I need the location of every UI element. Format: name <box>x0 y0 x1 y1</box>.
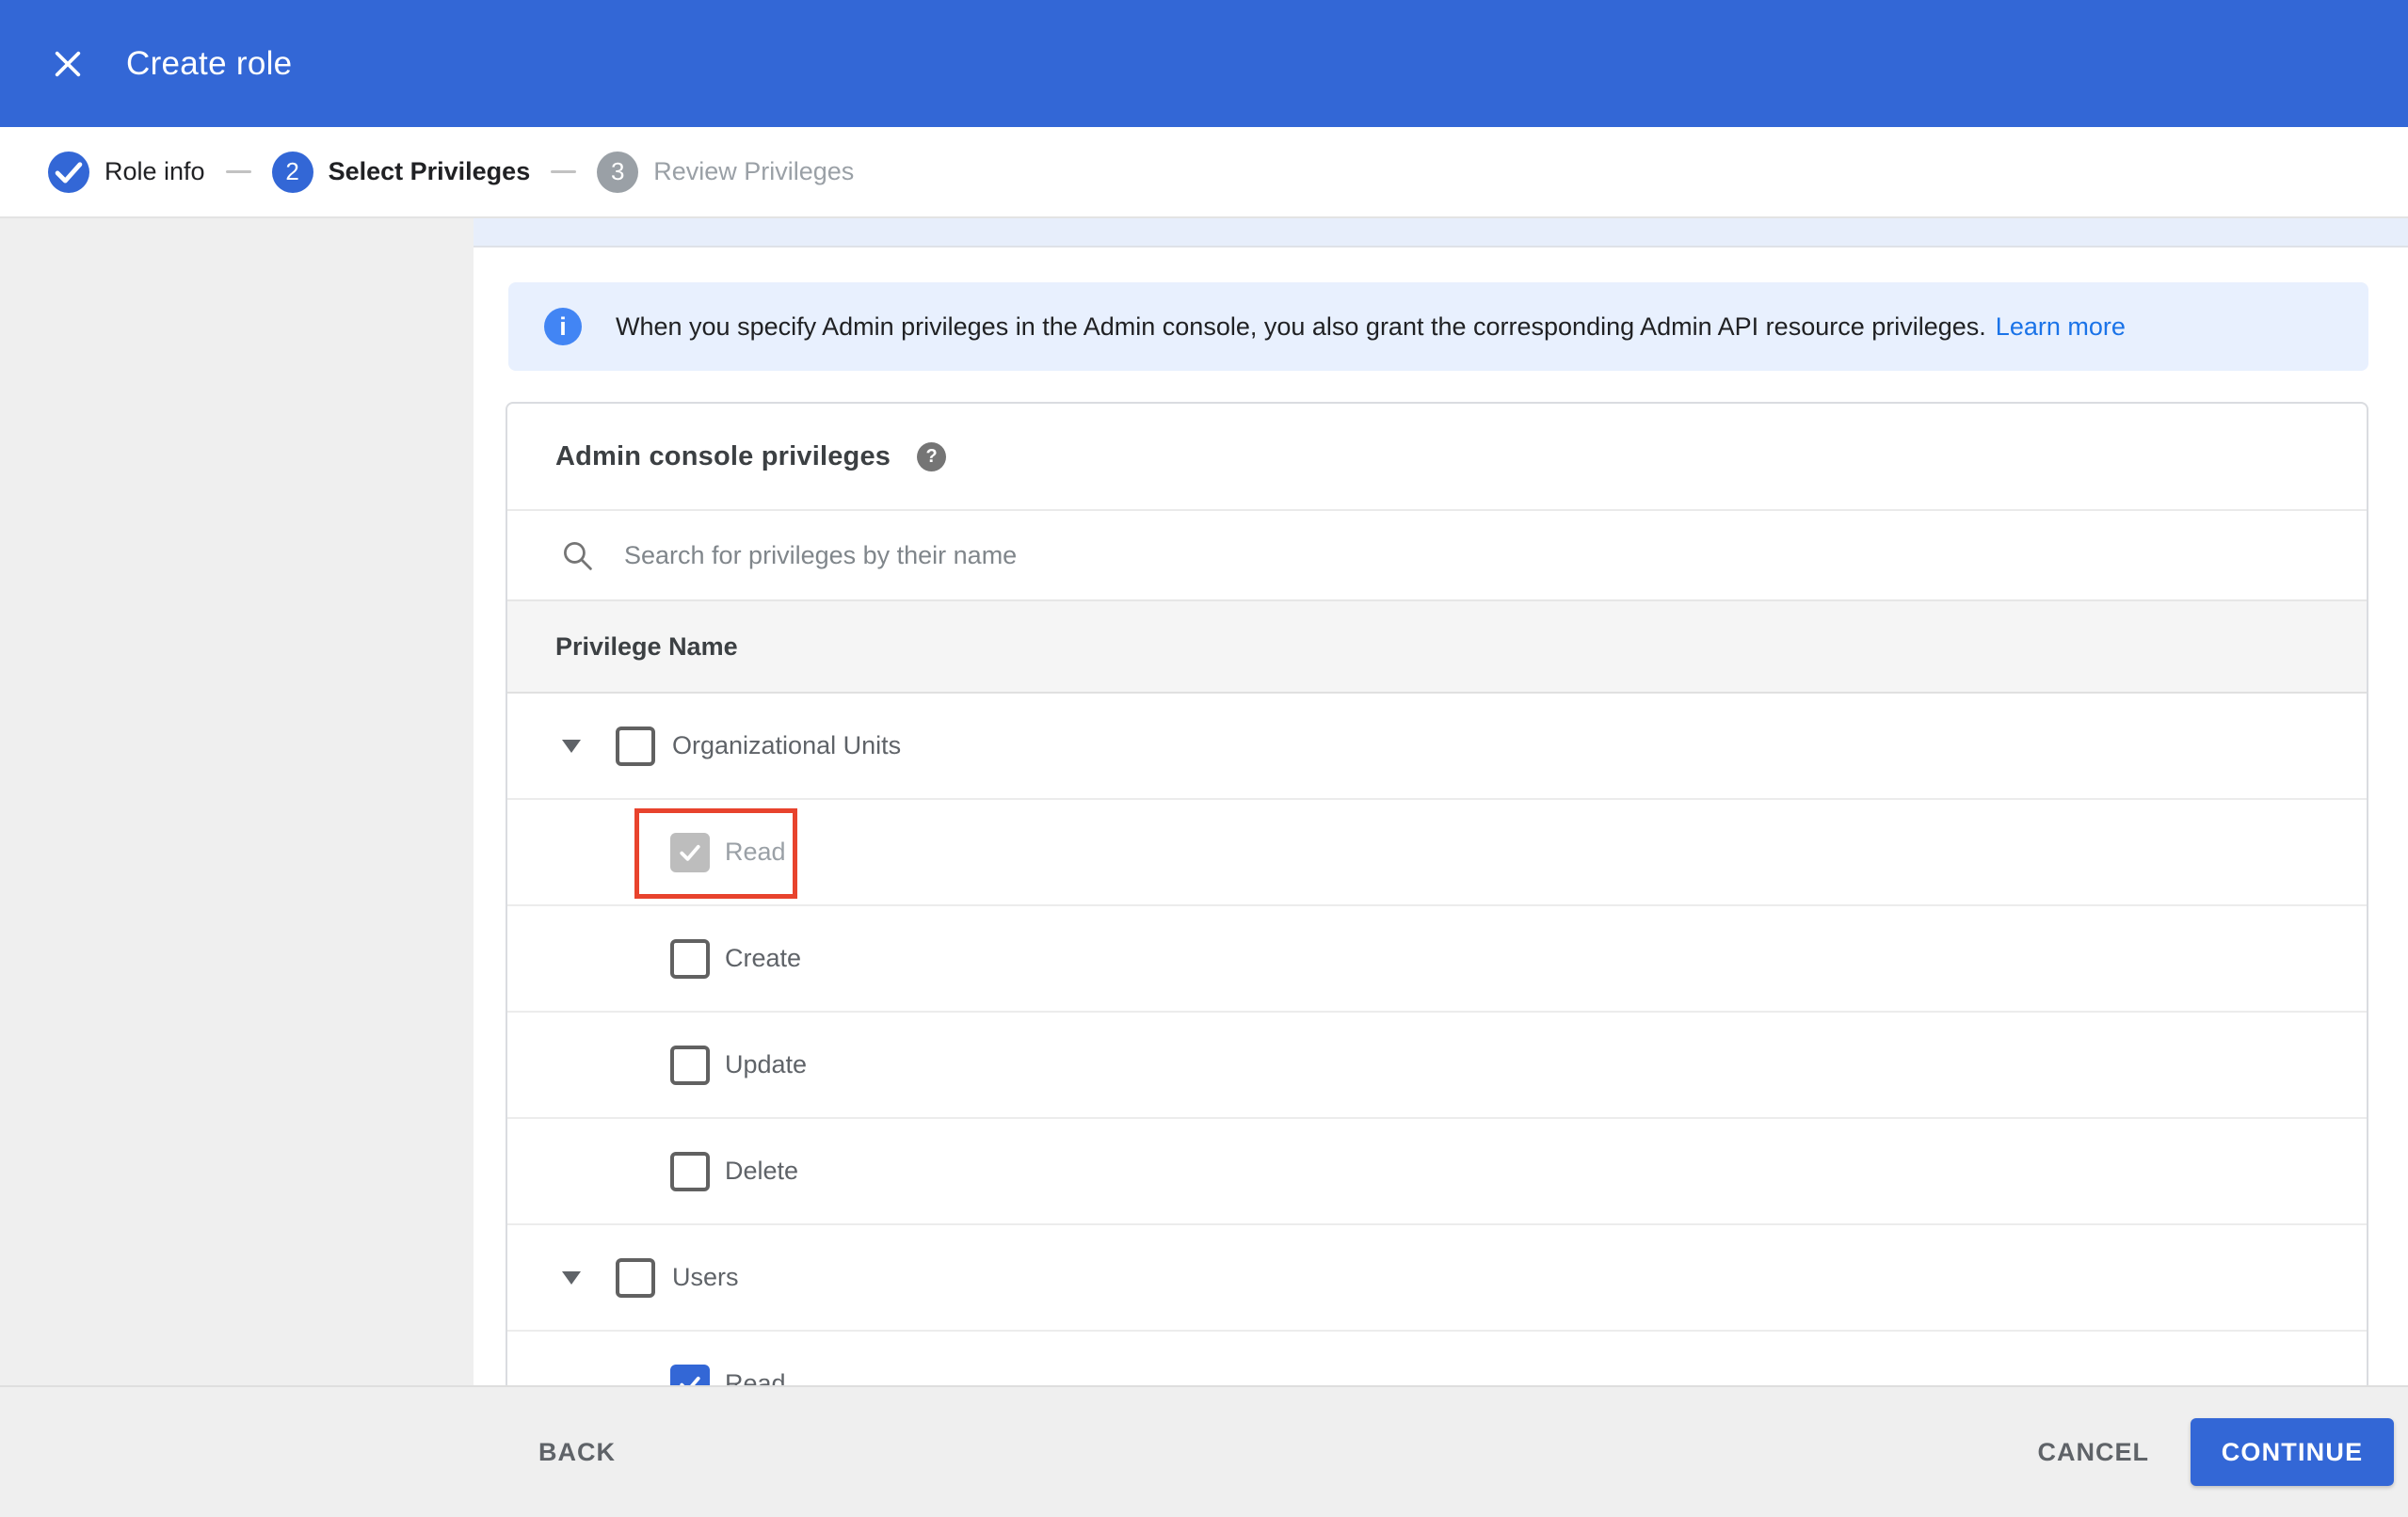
step-completed-icon <box>48 151 89 193</box>
step-number: 2 <box>271 151 313 193</box>
privilege-row-update: Update <box>507 1013 2367 1119</box>
step-divider <box>225 170 251 173</box>
checkbox-read[interactable] <box>670 1364 710 1385</box>
search-row <box>507 511 2367 601</box>
privilege-label: Update <box>725 1050 808 1078</box>
content-top-strip <box>474 218 2408 248</box>
info-banner: i When you specify Admin privileges in t… <box>508 282 2368 371</box>
privilege-row-read: Read <box>507 1332 2367 1385</box>
search-input[interactable] <box>622 539 2128 571</box>
step-select-privileges[interactable]: 2 Select Privileges <box>271 151 531 193</box>
privilege-rows: Organizational Units Read Create Update Dele… <box>507 694 2367 1385</box>
privilege-label: Read <box>725 838 786 866</box>
step-label: Review Privileges <box>653 157 855 185</box>
sidebar <box>0 218 474 1385</box>
body-area: i When you specify Admin privileges in t… <box>0 218 2408 1385</box>
checkbox-read <box>670 832 710 872</box>
card-title-row: Admin console privileges ? <box>507 404 2367 511</box>
privilege-label: Users <box>672 1263 739 1291</box>
step-review-privileges[interactable]: 3 Review Privileges <box>597 151 855 193</box>
checkbox-organizational-units[interactable] <box>616 726 655 766</box>
privilege-row-delete: Delete <box>507 1119 2367 1225</box>
step-label: Role info <box>104 157 205 185</box>
help-icon[interactable]: ? <box>917 441 947 471</box>
privileges-card: Admin console privileges ? Privilege Nam… <box>506 402 2368 1385</box>
search-icon <box>564 541 592 570</box>
privilege-row-read: Read <box>507 800 2367 906</box>
privilege-label: Create <box>725 944 802 972</box>
step-role-info[interactable]: Role info <box>48 151 205 193</box>
step-number: 3 <box>597 151 639 193</box>
continue-button[interactable]: CONTINUE <box>2191 1418 2394 1486</box>
privilege-row-organizational-units: Organizational Units <box>507 694 2367 800</box>
content-area: i When you specify Admin privileges in t… <box>474 218 2408 1385</box>
privilege-label: Delete <box>725 1157 799 1185</box>
privilege-label: Organizational Units <box>672 731 902 759</box>
page-title: Create role <box>126 44 293 82</box>
info-icon: i <box>544 308 582 345</box>
privilege-row-create: Create <box>507 906 2367 1013</box>
privilege-label: Read <box>725 1369 786 1385</box>
privilege-row-users: Users <box>507 1225 2367 1332</box>
table-header-row: Privilege Name <box>507 601 2367 694</box>
banner-text: When you specify Admin privileges in the… <box>616 311 1986 341</box>
card-title: Admin console privileges <box>555 440 891 471</box>
footer-bar: BACK CANCEL CONTINUE <box>0 1385 2408 1517</box>
learn-more-link[interactable]: Learn more <box>1996 312 2126 342</box>
back-button[interactable]: BACK <box>533 1437 621 1468</box>
stepper: Role info 2 Select Privileges 3 Review P… <box>0 127 2408 218</box>
checkbox-update[interactable] <box>670 1045 710 1085</box>
expand-arrow-icon[interactable] <box>562 1270 581 1285</box>
column-header-privilege-name: Privilege Name <box>555 631 738 661</box>
close-icon[interactable] <box>47 43 88 85</box>
cancel-button[interactable]: CANCEL <box>2032 1437 2156 1468</box>
checkbox-delete[interactable] <box>670 1151 710 1191</box>
checkbox-users[interactable] <box>616 1257 655 1298</box>
checkbox-create[interactable] <box>670 938 710 979</box>
expand-arrow-icon[interactable] <box>562 739 581 753</box>
step-label: Select Privileges <box>328 157 531 185</box>
dialog-header: Create role <box>0 0 2408 127</box>
step-divider <box>551 170 577 173</box>
